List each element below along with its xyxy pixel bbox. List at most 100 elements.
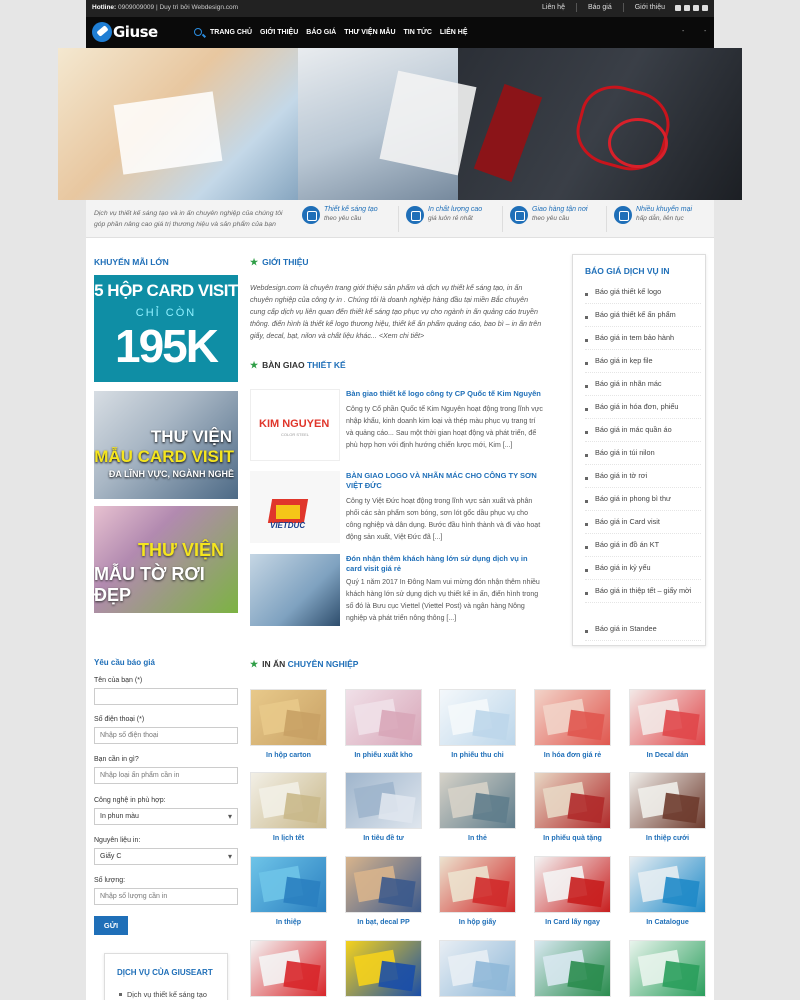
post-thumbnail[interactable] bbox=[250, 554, 340, 626]
pricing-item[interactable]: Báo giá in kỷ yếu bbox=[585, 561, 701, 580]
product-image[interactable] bbox=[439, 940, 516, 997]
product-label[interactable]: In phiếu xuất kho bbox=[345, 751, 422, 759]
printing-product[interactable] bbox=[534, 940, 611, 997]
phone-input[interactable]: Nhập số điện thoại bbox=[94, 727, 238, 744]
product-image[interactable] bbox=[345, 772, 422, 829]
product-label[interactable]: In Card lấy ngay bbox=[534, 918, 611, 926]
top-link-contact[interactable]: Liên hệ bbox=[542, 4, 565, 11]
services-item[interactable]: Dịch vụ thiết kế sáng tạo bbox=[119, 990, 207, 999]
menu-item-pricing[interactable]: BÁO GIÁ bbox=[306, 29, 336, 36]
product-label[interactable]: In hóa đơn giá rẻ bbox=[534, 751, 611, 759]
product-image[interactable] bbox=[629, 856, 706, 913]
pricing-item[interactable]: Báo giá in mác quần áo bbox=[585, 423, 701, 442]
printing-product[interactable] bbox=[250, 940, 327, 997]
tech-select[interactable]: In phun màu bbox=[94, 808, 238, 825]
printing-product[interactable] bbox=[439, 940, 516, 997]
post-title[interactable]: Đón nhận thêm khách hàng lớn sử dụng dịc… bbox=[346, 554, 544, 574]
product-label[interactable]: In Catalogue bbox=[629, 918, 706, 926]
product-label[interactable]: In hộp giấy bbox=[439, 918, 516, 926]
product-image[interactable] bbox=[534, 940, 611, 997]
pricing-item[interactable]: Báo giá thiết kế logo bbox=[585, 285, 701, 304]
instagram-icon[interactable] bbox=[684, 4, 690, 11]
product-image[interactable] bbox=[534, 856, 611, 913]
post-thumbnail[interactable]: VIETDUC bbox=[250, 471, 340, 543]
top-link-about[interactable]: Giới thiệu bbox=[635, 4, 665, 11]
product-label[interactable]: In thiệp cưới bbox=[629, 834, 706, 842]
pricing-item[interactable]: Báo giá in tem bảo hành bbox=[585, 331, 701, 350]
product-image[interactable] bbox=[345, 689, 422, 746]
product-image[interactable] bbox=[534, 772, 611, 829]
product-image[interactable] bbox=[534, 689, 611, 746]
search-icon[interactable] bbox=[194, 28, 202, 36]
printing-product[interactable]: In hóa đơn giá rẻ bbox=[534, 689, 611, 759]
product-label[interactable]: In hộp carton bbox=[250, 751, 327, 759]
product-image[interactable] bbox=[439, 689, 516, 746]
printing-product[interactable]: In Card lấy ngay bbox=[534, 856, 611, 926]
twitter-icon[interactable] bbox=[693, 4, 699, 11]
printing-product[interactable]: In thiệp bbox=[250, 856, 327, 926]
product-image[interactable] bbox=[345, 940, 422, 997]
pricing-item[interactable]: Báo giá in túi nilon bbox=[585, 446, 701, 465]
printing-product[interactable]: In tiêu đề tư bbox=[345, 772, 422, 842]
pricing-item[interactable]: Báo giá in Card visit bbox=[585, 515, 701, 534]
printing-product[interactable]: In bạt, decal PP bbox=[345, 856, 422, 926]
printing-product[interactable]: In lịch tết bbox=[250, 772, 327, 842]
printing-product[interactable] bbox=[629, 940, 706, 997]
product-image[interactable] bbox=[250, 772, 327, 829]
printing-product[interactable] bbox=[345, 940, 422, 997]
promo-banner-card-library[interactable]: THƯ VIỆN MẪU CARD VISIT ĐA LĨNH VỰC, NGÀ… bbox=[94, 391, 238, 499]
submit-button[interactable]: GỬI bbox=[94, 916, 128, 935]
post-title[interactable]: Bàn giao thiết kế logo công ty CP Quốc t… bbox=[346, 389, 544, 399]
facebook-icon[interactable] bbox=[675, 4, 681, 11]
site-logo[interactable]: Giuse bbox=[92, 22, 158, 42]
qty-input[interactable]: Nhập số lượng cần in bbox=[94, 888, 238, 905]
product-label[interactable]: In thiệp bbox=[250, 918, 327, 926]
post-thumbnail[interactable]: KIM NGUYEN COLOR STEEL bbox=[250, 389, 340, 461]
need-input[interactable]: Nhập loại ấn phẩm cần in bbox=[94, 767, 238, 784]
product-image[interactable] bbox=[439, 772, 516, 829]
menu-item-about[interactable]: GIỚI THIỆU bbox=[260, 29, 298, 36]
printing-product[interactable]: In hộp giấy bbox=[439, 856, 516, 926]
product-label[interactable]: In phiếu quà tặng bbox=[534, 834, 611, 842]
pricing-item[interactable]: Báo giá in hóa đơn, phiếu bbox=[585, 400, 701, 419]
pricing-item[interactable]: Báo giá in kẹp file bbox=[585, 354, 701, 373]
pricing-item[interactable]: Báo giá in Standee bbox=[585, 622, 701, 641]
nav-extra-2[interactable]: - bbox=[704, 28, 706, 35]
printing-product[interactable]: In phiếu thu chi bbox=[439, 689, 516, 759]
product-label[interactable]: In tiêu đề tư bbox=[345, 834, 422, 842]
promo-banner-flyer-library[interactable]: THƯ VIỆN MẪU TỜ RƠI ĐẸP bbox=[94, 506, 238, 613]
printing-product[interactable]: In thẻ bbox=[439, 772, 516, 842]
material-select[interactable]: Giấy C bbox=[94, 848, 238, 865]
product-image[interactable] bbox=[250, 940, 327, 997]
product-image[interactable] bbox=[629, 689, 706, 746]
product-image[interactable] bbox=[629, 940, 706, 997]
printing-product[interactable]: In thiệp cưới bbox=[629, 772, 706, 842]
product-image[interactable] bbox=[250, 689, 327, 746]
post-title[interactable]: BÀN GIAO LOGO VÀ NHÃN MÁC CHO CÔNG TY SƠ… bbox=[346, 471, 544, 491]
pricing-item[interactable]: Báo giá in tờ rơi bbox=[585, 469, 701, 488]
printing-product[interactable]: In phiếu xuất kho bbox=[345, 689, 422, 759]
product-label[interactable]: In Decal dán bbox=[629, 751, 706, 759]
pricing-item[interactable]: Báo giá in nhãn mác bbox=[585, 377, 701, 396]
product-label[interactable]: In phiếu thu chi bbox=[439, 751, 516, 759]
menu-item-news[interactable]: TIN TỨC bbox=[404, 29, 432, 36]
printing-product[interactable]: In phiếu quà tặng bbox=[534, 772, 611, 842]
pricing-item[interactable]: Báo giá in thiệp tết – giấy mời bbox=[585, 584, 701, 603]
menu-item-contact[interactable]: LIÊN HỆ bbox=[440, 29, 468, 36]
pricing-item[interactable]: Báo giá in phong bì thư bbox=[585, 492, 701, 511]
name-input[interactable] bbox=[94, 688, 238, 705]
pricing-item[interactable]: Báo giá in đồ án KT bbox=[585, 538, 701, 557]
nav-extra-1[interactable]: - bbox=[682, 28, 684, 35]
printing-product[interactable]: In hộp carton bbox=[250, 689, 327, 759]
top-link-pricing[interactable]: Báo giá bbox=[588, 4, 612, 11]
product-image[interactable] bbox=[250, 856, 327, 913]
printing-product[interactable]: In Catalogue bbox=[629, 856, 706, 926]
promo-banner-card-visit[interactable]: 5 HỘP CARD VISIT CHỈ CÒN 195K bbox=[94, 275, 238, 382]
menu-item-home[interactable]: TRANG CHỦ bbox=[210, 29, 252, 36]
email-icon[interactable] bbox=[702, 4, 708, 11]
printing-product[interactable]: In Decal dán bbox=[629, 689, 706, 759]
product-label[interactable]: In bạt, decal PP bbox=[345, 918, 422, 926]
product-label[interactable]: In lịch tết bbox=[250, 834, 327, 842]
product-label[interactable]: In thẻ bbox=[439, 834, 516, 842]
product-image[interactable] bbox=[439, 856, 516, 913]
